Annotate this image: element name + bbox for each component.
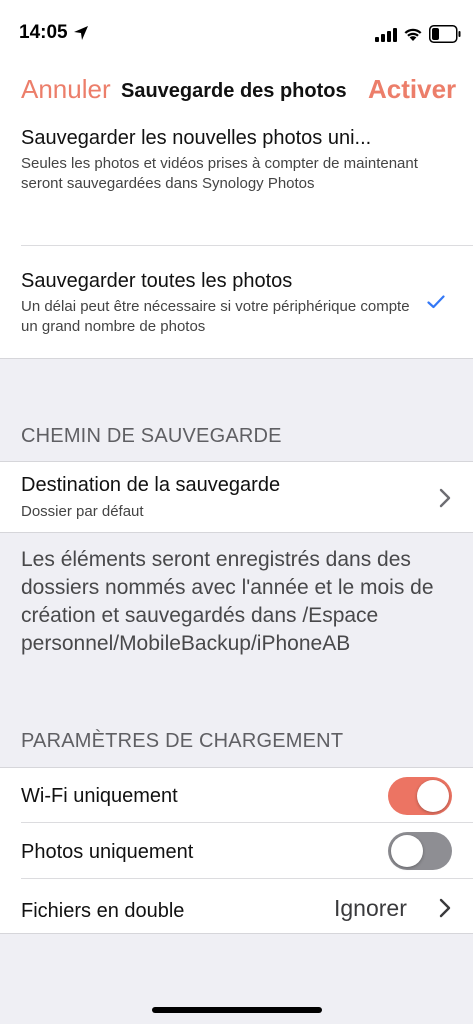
photos-only-label: Photos uniquement <box>21 841 194 863</box>
toggle-knob <box>391 835 423 867</box>
duplicate-files-value: Ignorer <box>334 895 407 921</box>
backup-path-info: Les éléments seront enregistrés dans des… <box>21 548 434 655</box>
cancel-button[interactable]: Annuler <box>21 74 111 105</box>
option-title: Sauvegarder les nouvelles photos uni... <box>21 127 372 149</box>
cellular-signal-icon <box>375 28 397 42</box>
section-header-backup-path: CHEMIN DE SAUVEGARDE <box>21 425 282 447</box>
location-arrow-icon <box>74 26 88 40</box>
destination-value: Dossier par défaut <box>21 503 144 520</box>
status-time: 14:05 <box>19 22 68 43</box>
option-description: Un délai peut être nécessaire si votre p… <box>21 298 410 335</box>
divider <box>0 532 473 533</box>
chevron-right-icon <box>439 488 451 508</box>
divider <box>21 245 473 246</box>
photos-only-toggle[interactable] <box>388 832 452 870</box>
wifi-only-toggle[interactable] <box>388 777 452 815</box>
toggle-knob <box>417 780 449 812</box>
option-description: Seules les photos et vidéos prises à com… <box>21 155 418 192</box>
divider <box>0 358 473 359</box>
divider <box>21 822 473 823</box>
divider <box>0 933 473 934</box>
section-header-upload-settings: PARAMÈTRES DE CHARGEMENT <box>21 730 344 752</box>
destination-row[interactable] <box>0 462 473 532</box>
wifi-only-label: Wi-Fi uniquement <box>21 785 178 807</box>
page-title: Sauvegarde des photos <box>121 80 347 102</box>
status-bar: 14:05 <box>0 0 473 70</box>
checkmark-icon <box>427 295 445 309</box>
option-title: Sauvegarder toutes les photos <box>21 270 293 292</box>
duplicate-files-label: Fichiers en double <box>21 900 185 922</box>
chevron-right-icon <box>439 898 451 918</box>
divider <box>21 878 473 879</box>
battery-icon <box>429 25 461 43</box>
destination-title: Destination de la sauvegarde <box>21 474 281 496</box>
wifi-icon <box>404 28 422 41</box>
home-indicator[interactable] <box>152 1007 322 1013</box>
activate-button[interactable]: Activer <box>368 74 456 105</box>
